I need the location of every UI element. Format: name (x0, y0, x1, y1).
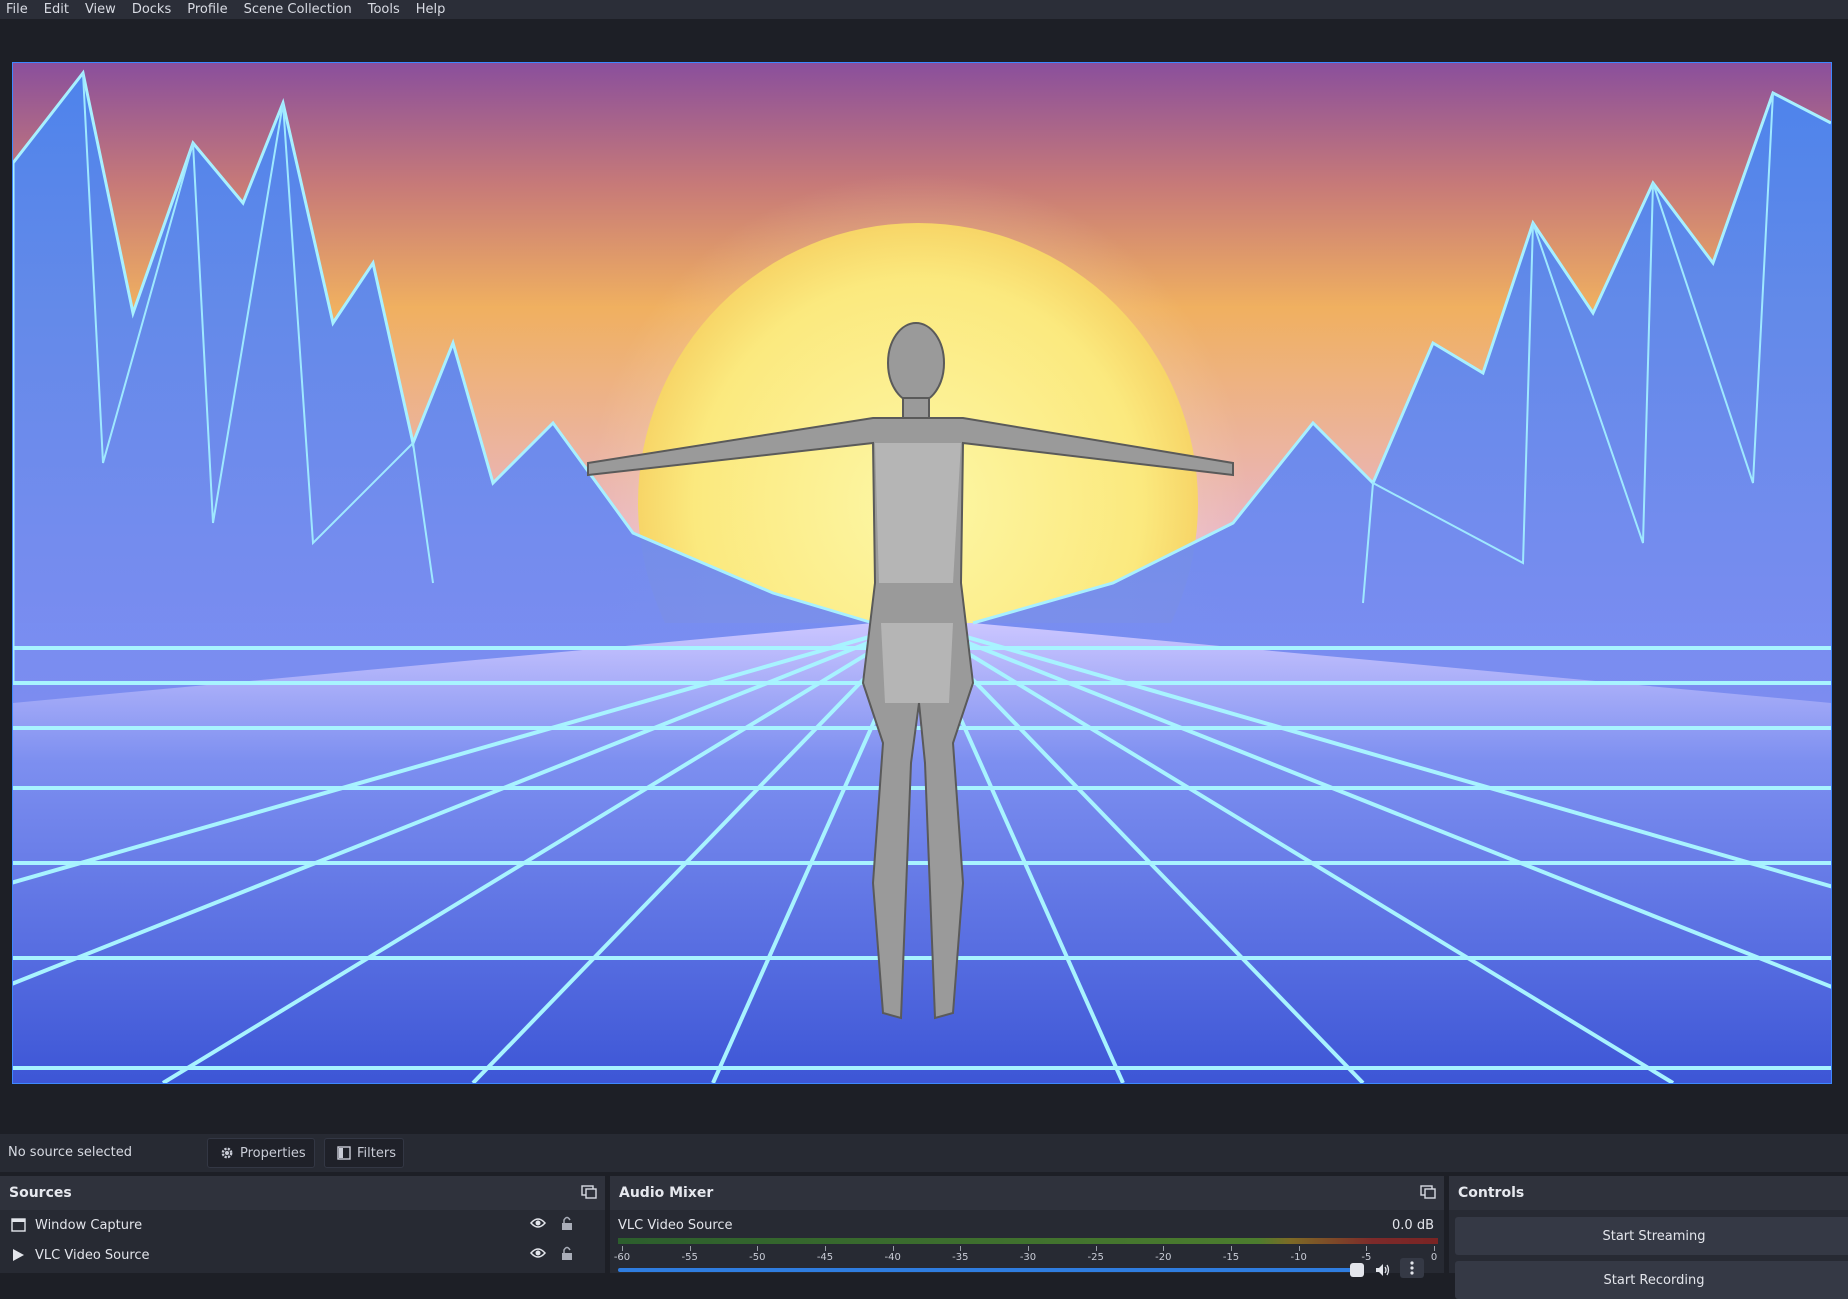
meter-tick-mark (960, 1246, 962, 1251)
menu-help[interactable]: Help (408, 0, 454, 19)
meter-tick-mark (825, 1246, 826, 1251)
volume-meter (618, 1238, 1438, 1244)
meter-tick-label: -20 (1155, 1252, 1172, 1263)
meter-tick-mark (892, 1246, 894, 1251)
start-recording-button[interactable]: Start Recording (1455, 1261, 1848, 1299)
source-item-vlc-video-source[interactable]: VLC Video Source (0, 1240, 605, 1270)
filters-button[interactable]: Filters (324, 1138, 404, 1168)
meter-tick-mark (757, 1246, 759, 1251)
meter-tick-mark (1095, 1246, 1097, 1251)
menu-view[interactable]: View (77, 0, 124, 19)
meter-tick-label: -15 (1222, 1252, 1240, 1263)
mixer-channel-name: VLC Video Source (618, 1218, 733, 1233)
meter-tick-mark (1298, 1246, 1300, 1251)
meter-tick-mark (622, 1246, 623, 1251)
sources-title: Sources (9, 1185, 72, 1201)
audio-mixer-dock: Audio Mixer VLC Video Source 0.0 dB -60 -… (610, 1176, 1444, 1278)
sources-dock-header: Sources (0, 1176, 605, 1210)
preview-area (0, 19, 1848, 1134)
program-preview[interactable] (12, 62, 1832, 1084)
meter-tick-label: -40 (884, 1252, 901, 1263)
source-label: VLC Video Source (35, 1247, 150, 1263)
meter-scale: -60 -55 -50 -45 -40 -35 -30 -25 -20 -15 -10 -5 0 (614, 1246, 1438, 1264)
volume-slider-handle[interactable] (1350, 1263, 1364, 1277)
filters-label: Filters (357, 1145, 396, 1161)
controls-dock: Controls Start Streaming Start Recording (1449, 1176, 1848, 1299)
meter-tick-label: -30 (1019, 1252, 1037, 1263)
source-label: Window Capture (35, 1217, 143, 1233)
source-item-window-capture[interactable]: Window Capture (0, 1210, 605, 1240)
meter-tick-mark (1434, 1246, 1435, 1251)
eye-icon[interactable] (530, 1217, 546, 1233)
menu-docks[interactable]: Docks (124, 0, 179, 19)
menu-scene-collection[interactable]: Scene Collection (236, 0, 360, 19)
audio-mixer-dock-header: Audio Mixer (610, 1176, 1444, 1210)
lock-icon[interactable] (561, 1246, 573, 1265)
audio-mixer-title: Audio Mixer (619, 1185, 714, 1201)
mixer-db-readout: 0.0 dB (1392, 1218, 1434, 1233)
menu-profile[interactable]: Profile (179, 0, 235, 19)
meter-tick-label: -10 (1290, 1252, 1307, 1263)
gear-icon (220, 1146, 234, 1160)
meter-tick-mark (689, 1246, 691, 1251)
properties-button[interactable]: Properties (207, 1138, 315, 1168)
start-streaming-button[interactable]: Start Streaming (1455, 1217, 1848, 1255)
controls-dock-header: Controls (1449, 1176, 1848, 1210)
meter-tick-mark (1231, 1246, 1232, 1251)
preview-scene-image (13, 69, 1831, 1083)
filter-icon (337, 1146, 351, 1160)
undock-icon[interactable] (581, 1184, 597, 1203)
menu-tools[interactable]: Tools (360, 0, 408, 19)
meter-tick-label: -5 (1361, 1252, 1372, 1263)
speaker-icon[interactable] (1375, 1262, 1391, 1281)
meter-tick-mark (1366, 1246, 1368, 1251)
meter-tick-label: -35 (952, 1252, 969, 1263)
eye-icon[interactable] (530, 1247, 546, 1263)
meter-tick-label: -45 (816, 1252, 834, 1263)
lock-icon[interactable] (561, 1216, 573, 1235)
meter-tick-label: 0 (1430, 1252, 1438, 1263)
properties-label: Properties (240, 1145, 306, 1161)
meter-tick-mark (1028, 1246, 1029, 1251)
meter-tick-label: -25 (1087, 1252, 1104, 1263)
meter-tick-label: -55 (681, 1252, 698, 1263)
menu-bar: File Edit View Docks Profile Scene Colle… (0, 0, 1848, 19)
source-toolbar: No source selected Properties Filters (0, 1134, 1848, 1172)
more-options-icon[interactable] (1400, 1258, 1424, 1278)
undock-icon[interactable] (1420, 1184, 1436, 1203)
window-icon (10, 1217, 26, 1233)
menu-edit[interactable]: Edit (36, 0, 77, 19)
controls-title: Controls (1458, 1185, 1525, 1201)
no-source-selected-label: No source selected (8, 1145, 132, 1160)
meter-tick-label: -50 (749, 1252, 766, 1263)
meter-tick-label: -60 (613, 1252, 631, 1263)
play-icon (10, 1247, 26, 1263)
sources-dock: Sources Window Capture VLC Video Source (0, 1176, 605, 1273)
volume-slider[interactable] (618, 1268, 1362, 1272)
meter-tick-mark (1163, 1246, 1165, 1251)
menu-file[interactable]: File (0, 0, 36, 19)
